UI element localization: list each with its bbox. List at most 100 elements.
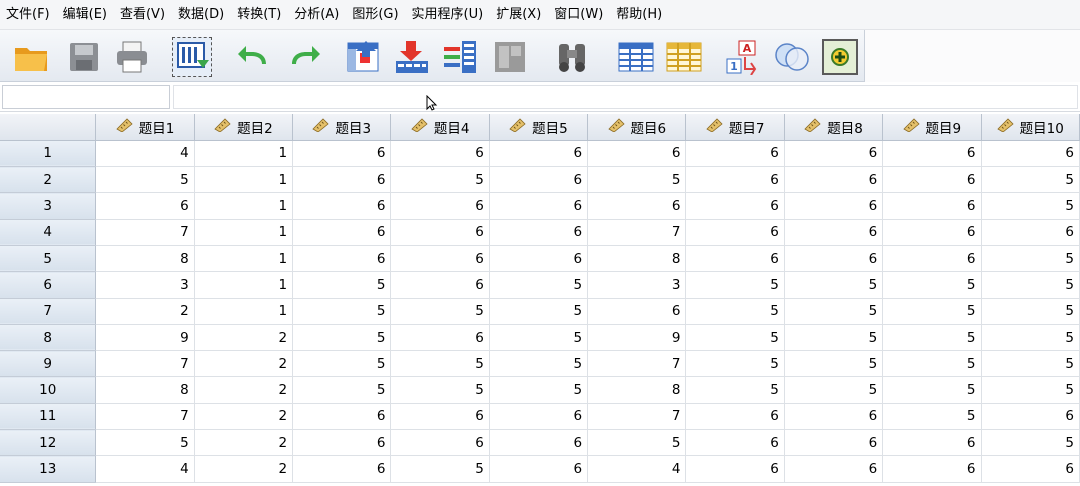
data-cell[interactable]: 6 <box>489 166 589 194</box>
data-cell[interactable]: 6 <box>292 219 392 246</box>
data-cell[interactable]: 7 <box>587 403 687 431</box>
data-cell[interactable]: 5 <box>882 271 982 299</box>
cell-value-field[interactable] <box>173 85 1078 109</box>
menu-item-1[interactable]: 文件(F) <box>4 0 61 30</box>
data-cell[interactable]: 6 <box>784 403 884 431</box>
goto-case-icon[interactable] <box>344 37 384 77</box>
data-cell[interactable]: 1 <box>194 219 294 246</box>
menu-item-4[interactable]: 数据(D) <box>176 0 235 30</box>
column-header-9[interactable]: 题目9 <box>882 114 982 141</box>
data-cell[interactable]: 5 <box>390 350 490 378</box>
value-labels-icon[interactable] <box>820 37 860 77</box>
data-cell[interactable]: 6 <box>390 429 490 457</box>
data-cell[interactable]: 5 <box>292 298 392 325</box>
column-header-10[interactable]: 题目10 <box>981 114 1080 141</box>
data-cell[interactable]: 5 <box>390 376 490 404</box>
data-cell[interactable]: 5 <box>981 298 1080 325</box>
data-cell[interactable]: 5 <box>390 455 490 483</box>
row-header[interactable]: 12 <box>0 429 97 457</box>
redo-icon[interactable] <box>284 37 324 77</box>
data-cell[interactable]: 6 <box>882 140 982 168</box>
data-cell[interactable]: 7 <box>587 350 687 378</box>
data-cell[interactable]: 6 <box>685 403 785 431</box>
data-cell[interactable]: 5 <box>685 350 785 378</box>
data-cell[interactable]: 5 <box>981 166 1080 194</box>
row-header[interactable]: 3 <box>0 192 97 220</box>
data-cell[interactable]: 4 <box>587 455 687 483</box>
data-cell[interactable]: 2 <box>194 324 294 352</box>
row-header[interactable]: 6 <box>0 271 97 299</box>
print-icon[interactable] <box>112 37 152 77</box>
data-cell[interactable]: 6 <box>390 219 490 246</box>
data-cell[interactable]: 5 <box>981 376 1080 404</box>
data-cell[interactable]: 6 <box>882 245 982 273</box>
split-file-icon[interactable]: A1 <box>724 37 764 77</box>
data-cell[interactable]: 5 <box>489 298 589 325</box>
menu-item-8[interactable]: 实用程序(U) <box>410 0 495 30</box>
data-cell[interactable]: 8 <box>95 245 195 273</box>
data-cell[interactable]: 9 <box>95 324 195 352</box>
data-cell[interactable]: 5 <box>292 350 392 378</box>
menu-item-3[interactable]: 查看(V) <box>118 0 176 30</box>
data-cell[interactable]: 1 <box>194 245 294 273</box>
data-cell[interactable]: 6 <box>685 140 785 168</box>
data-cell[interactable]: 6 <box>685 429 785 457</box>
menu-item-11[interactable]: 帮助(H) <box>614 0 673 30</box>
column-header-5[interactable]: 题目5 <box>489 114 589 141</box>
data-cell[interactable]: 5 <box>489 324 589 352</box>
data-cell[interactable]: 5 <box>587 429 687 457</box>
corner-cell[interactable] <box>0 114 97 141</box>
data-cell[interactable]: 5 <box>784 271 884 299</box>
data-cell[interactable]: 6 <box>784 455 884 483</box>
row-header[interactable]: 10 <box>0 376 97 404</box>
data-cell[interactable]: 5 <box>981 271 1080 299</box>
data-cell[interactable]: 6 <box>390 192 490 220</box>
goto-variable-icon[interactable] <box>392 37 432 77</box>
row-header[interactable]: 13 <box>0 455 97 483</box>
data-cell[interactable]: 6 <box>587 192 687 220</box>
data-cell[interactable]: 5 <box>390 298 490 325</box>
data-cell[interactable]: 5 <box>95 166 195 194</box>
data-cell[interactable]: 5 <box>685 298 785 325</box>
data-cell[interactable]: 6 <box>685 219 785 246</box>
row-header[interactable]: 2 <box>0 166 97 194</box>
row-header[interactable]: 4 <box>0 219 97 246</box>
column-header-8[interactable]: 题目8 <box>784 114 884 141</box>
weight-cases-icon[interactable] <box>772 37 812 77</box>
data-cell[interactable]: 6 <box>95 192 195 220</box>
data-cell[interactable]: 6 <box>685 455 785 483</box>
data-cell[interactable]: 6 <box>587 298 687 325</box>
menu-item-9[interactable]: 扩展(X) <box>494 0 552 30</box>
menu-item-10[interactable]: 窗口(W) <box>552 0 614 30</box>
data-cell[interactable]: 5 <box>784 376 884 404</box>
cell-reference-field[interactable] <box>2 85 170 109</box>
data-cell[interactable]: 6 <box>981 455 1080 483</box>
data-cell[interactable]: 2 <box>194 350 294 378</box>
data-cell[interactable]: 5 <box>292 376 392 404</box>
data-cell[interactable]: 2 <box>95 298 195 325</box>
data-cell[interactable]: 5 <box>489 350 589 378</box>
data-cell[interactable]: 6 <box>489 245 589 273</box>
menu-item-6[interactable]: 分析(A) <box>292 0 350 30</box>
column-header-7[interactable]: 题目7 <box>685 114 785 141</box>
row-header[interactable]: 8 <box>0 324 97 352</box>
data-cell[interactable]: 5 <box>981 192 1080 220</box>
data-cell[interactable]: 1 <box>194 271 294 299</box>
data-cell[interactable]: 6 <box>685 192 785 220</box>
data-cell[interactable]: 5 <box>292 271 392 299</box>
data-cell[interactable]: 6 <box>981 219 1080 246</box>
data-cell[interactable]: 5 <box>981 350 1080 378</box>
data-cell[interactable]: 5 <box>390 166 490 194</box>
data-cell[interactable]: 1 <box>194 192 294 220</box>
data-cell[interactable]: 6 <box>882 219 982 246</box>
data-cell[interactable]: 6 <box>390 271 490 299</box>
import-data-icon[interactable] <box>172 37 212 77</box>
data-cell[interactable]: 2 <box>194 429 294 457</box>
data-cell[interactable]: 5 <box>882 298 982 325</box>
insert-variable-icon[interactable] <box>664 37 704 77</box>
data-cell[interactable]: 6 <box>587 140 687 168</box>
data-cell[interactable]: 8 <box>587 376 687 404</box>
data-cell[interactable]: 5 <box>489 376 589 404</box>
menu-item-7[interactable]: 图形(G) <box>350 0 409 30</box>
data-cell[interactable]: 6 <box>685 166 785 194</box>
